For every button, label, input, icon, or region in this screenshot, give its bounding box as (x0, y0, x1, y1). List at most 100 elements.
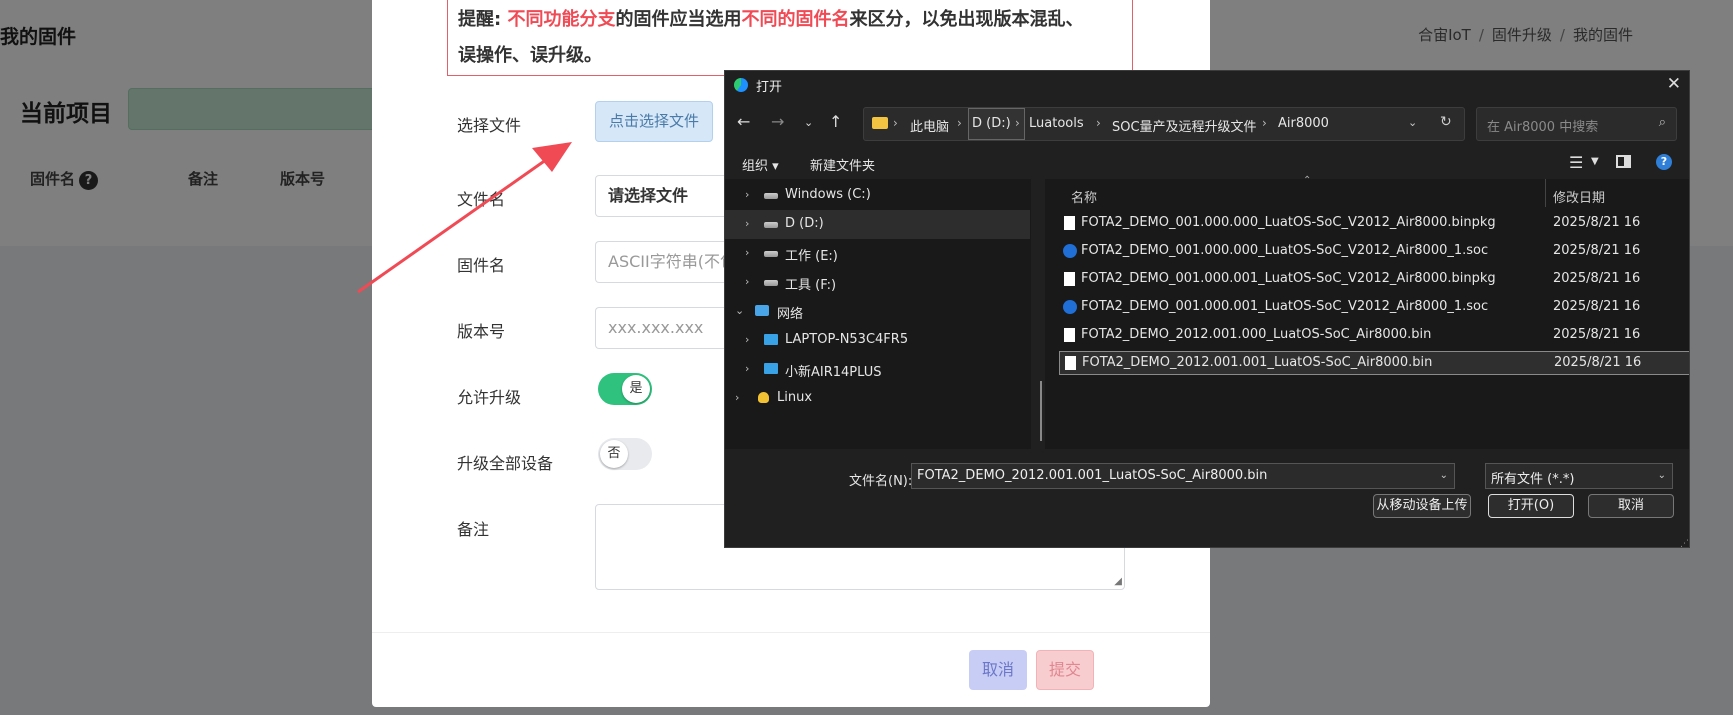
toggle-knob: 否 (600, 440, 628, 468)
drive-icon (764, 251, 778, 257)
search-placeholder: 在 Air8000 中搜索 (1487, 120, 1599, 135)
resize-grip-icon[interactable]: ⋰ (1680, 539, 1689, 547)
file-icon (1064, 216, 1075, 230)
file-list: ⌃ 名称 修改日期 FOTA2_DEMO_001.000.000_LuatOS-… (1045, 175, 1689, 527)
file-icon (1064, 272, 1075, 286)
column-header-date[interactable]: 修改日期 (1553, 187, 1605, 206)
file-name: FOTA2_DEMO_001.000.000_LuatOS-SoC_V2012_… (1081, 215, 1496, 230)
file-row[interactable]: FOTA2_DEMO_001.000.001_LuatOS-SoC_V2012_… (1059, 268, 1689, 292)
tree-item-linux[interactable]: › Linux (725, 384, 1030, 413)
up-arrow-icon[interactable]: ↑ (829, 112, 842, 131)
footer-divider (372, 632, 1210, 633)
chevron-right-icon[interactable]: › (745, 246, 749, 259)
back-arrow-icon[interactable]: ← (737, 112, 750, 131)
chevron-down-icon[interactable]: ⌄ (1440, 470, 1448, 481)
firmware-name-input[interactable]: ASCII字符串(不包 (595, 241, 735, 283)
tree-item-label: D (D:) (785, 216, 824, 231)
file-date: 2025/8/21 16 (1553, 299, 1641, 314)
filename-value: FOTA2_DEMO_2012.001.001_LuatOS-SoC_Air80… (917, 468, 1268, 483)
file-row[interactable]: FOTA2_DEMO_001.000.001_LuatOS-SoC_V2012_… (1059, 296, 1689, 320)
file-row-selected[interactable]: FOTA2_DEMO_2012.001.001_LuatOS-SoC_Air80… (1059, 351, 1689, 375)
file-date: 2025/8/21 16 (1553, 327, 1641, 342)
filename-input[interactable]: FOTA2_DEMO_2012.001.001_LuatOS-SoC_Air80… (911, 463, 1455, 489)
tree-item-windows-c[interactable]: › Windows (C:) (725, 181, 1030, 210)
dialog-toolbar: 组织 ▾ 新建文件夹 ☰ ▼ ? (725, 147, 1689, 179)
chevron-right-icon[interactable]: › (745, 188, 749, 201)
warning-highlight: 不同功能分支 (507, 9, 616, 30)
search-input[interactable]: 在 Air8000 中搜索 ⌕ (1476, 107, 1677, 141)
soc-file-icon (1063, 244, 1077, 258)
warning-highlight: 不同的固件名 (741, 9, 850, 30)
open-file-dialog: 打开 ✕ ← → ⌄ ↑ › 此电脑 › D (D:) › Luatools ›… (724, 70, 1690, 548)
file-name-field[interactable]: 请选择文件 (595, 175, 735, 217)
tree-item-laptop[interactable]: › LAPTOP-N53C4FR5 (725, 326, 1030, 355)
chevron-right-icon[interactable]: › (745, 275, 749, 288)
chevron-right-icon: › (957, 116, 962, 130)
dialog-cancel-button[interactable]: 取消 (1588, 494, 1674, 518)
tree-item-xiaoxin[interactable]: › 小新AIR14PLUS (725, 355, 1030, 384)
resize-grip-icon[interactable]: ◢ (1114, 576, 1122, 587)
upload-from-mobile-button[interactable]: 从移动设备上传 (1373, 494, 1471, 518)
column-divider[interactable] (1545, 179, 1546, 207)
file-name: FOTA2_DEMO_001.000.001_LuatOS-SoC_V2012_… (1081, 299, 1489, 314)
file-row[interactable]: FOTA2_DEMO_2012.001.000_LuatOS-SoC_Air80… (1059, 324, 1689, 348)
scrollbar[interactable] (1040, 381, 1042, 441)
version-input[interactable]: xxx.xxx.xxx (595, 307, 735, 349)
tree-item-label: 工具 (F:) (785, 278, 837, 293)
computer-icon (764, 334, 778, 345)
address-bar[interactable]: › 此电脑 › D (D:) › Luatools › SOC量产及远程升级文件… (863, 107, 1465, 141)
firmware-name-label: 固件名 (457, 256, 506, 275)
remark-label: 备注 (457, 520, 490, 539)
column-header-name[interactable]: 名称 (1071, 187, 1097, 206)
sort-up-icon: ⌃ (1303, 175, 1312, 186)
cancel-button[interactable]: 取消 (969, 650, 1027, 690)
drive-icon (764, 280, 778, 286)
tree-item-label: 网络 (777, 307, 804, 322)
address-crumb[interactable]: Luatools (1029, 116, 1084, 131)
allow-upgrade-toggle[interactable]: 是 (598, 373, 652, 405)
chevron-down-icon: ⌄ (1657, 470, 1666, 481)
file-date: 2025/8/21 16 (1553, 243, 1641, 258)
file-row[interactable]: FOTA2_DEMO_001.000.000_LuatOS-SoC_V2012_… (1059, 240, 1689, 264)
chevron-down-icon[interactable]: ▼ (1591, 156, 1599, 167)
view-list-icon[interactable]: ☰ (1569, 153, 1583, 172)
tree-item-label: LAPTOP-N53C4FR5 (785, 332, 909, 347)
folder-icon (872, 117, 888, 129)
chevron-right-icon[interactable]: › (735, 391, 739, 404)
forward-arrow-icon[interactable]: → (771, 112, 784, 131)
tree-item-d-drive[interactable]: › D (D:) (725, 210, 1030, 239)
address-crumb[interactable]: SOC量产及远程升级文件 (1112, 116, 1257, 135)
chevron-down-icon[interactable]: ⌄ (804, 116, 813, 129)
upgrade-all-toggle[interactable]: 否 (598, 438, 652, 470)
new-folder-button[interactable]: 新建文件夹 (810, 155, 875, 174)
address-crumb[interactable]: 此电脑 (910, 116, 949, 135)
chevron-right-icon[interactable]: › (745, 333, 749, 346)
file-row[interactable]: FOTA2_DEMO_001.000.000_LuatOS-SoC_V2012_… (1059, 212, 1689, 236)
file-name: FOTA2_DEMO_001.000.001_LuatOS-SoC_V2012_… (1081, 271, 1496, 286)
help-icon[interactable]: ? (1656, 154, 1672, 170)
address-crumb[interactable]: Air8000 (1278, 116, 1329, 131)
tree-item-label: Linux (777, 390, 813, 405)
refresh-icon[interactable]: ↻ (1440, 114, 1452, 130)
computer-icon (764, 363, 778, 374)
chevron-right-icon[interactable]: › (745, 362, 749, 375)
tree-item-network[interactable]: ⌄ 网络 (725, 297, 1030, 326)
dialog-bottom-bar: 文件名(N): FOTA2_DEMO_2012.001.001_LuatOS-S… (725, 449, 1689, 547)
tree-item-e-drive[interactable]: › 工作 (E:) (725, 239, 1030, 268)
preview-pane-icon[interactable] (1616, 155, 1631, 168)
chevron-down-icon[interactable]: ⌄ (735, 304, 744, 317)
choose-file-button[interactable]: 点击选择文件 (595, 101, 713, 142)
file-name-label: 文件名 (457, 190, 506, 209)
tree-item-f-drive[interactable]: › 工具 (F:) (725, 268, 1030, 297)
chevron-down-icon[interactable]: ⌄ (1408, 116, 1417, 129)
chevron-right-icon[interactable]: › (745, 217, 749, 230)
warning-box: 提醒: 不同功能分支的固件应当选用不同的固件名来区分，以免出现版本混乱、 误操作… (447, 0, 1133, 76)
soc-file-icon (1063, 300, 1077, 314)
filetype-select[interactable]: 所有文件 (*.*) ⌄ (1485, 463, 1673, 489)
close-icon[interactable]: ✕ (1667, 74, 1681, 94)
dialog-titlebar[interactable]: 打开 ✕ (725, 71, 1689, 99)
address-crumb[interactable]: D (D:) (972, 116, 1011, 131)
submit-button[interactable]: 提交 (1036, 650, 1094, 690)
organize-button[interactable]: 组织 ▾ (742, 155, 779, 174)
open-button[interactable]: 打开(O) (1488, 494, 1574, 518)
